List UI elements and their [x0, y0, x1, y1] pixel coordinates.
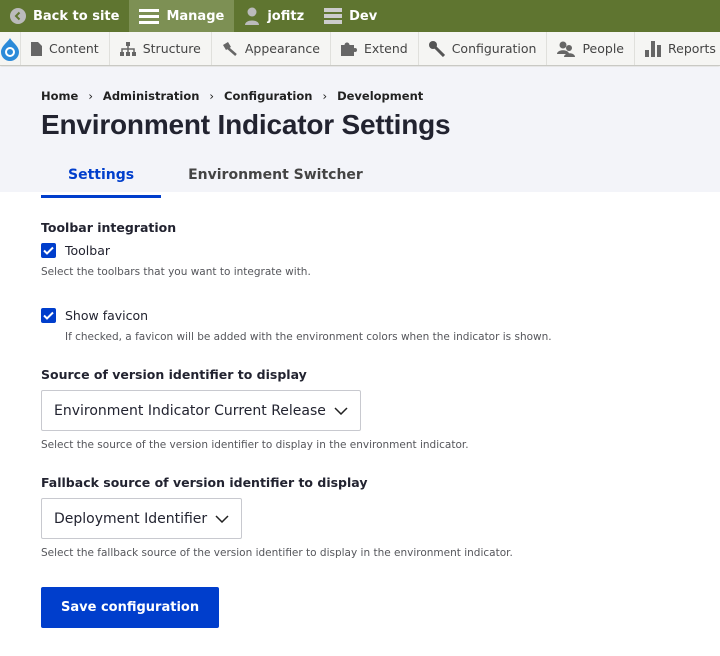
menu-extend[interactable]: Extend — [331, 32, 419, 65]
menu-people[interactable]: People — [547, 32, 635, 65]
server-icon — [324, 8, 343, 24]
menu-label: Appearance — [244, 41, 320, 56]
tab-settings[interactable]: Settings — [41, 155, 162, 198]
environment-button[interactable]: Dev — [314, 0, 387, 32]
menu-label: People — [582, 41, 624, 56]
manage-menu: Content Structure Appearance Extend Conf… — [0, 32, 720, 66]
show-favicon-label: Show favicon — [65, 308, 149, 323]
user-label: jofitz — [267, 8, 305, 24]
chevron-down-icon — [215, 514, 229, 523]
save-configuration-button[interactable]: Save configuration — [41, 587, 220, 628]
toolbar-integration-heading: Toolbar integration — [41, 220, 177, 235]
manage-label: Manage — [166, 8, 225, 24]
menu-label: Extend — [363, 41, 408, 56]
page-header: Home › Administration › Configuration › Dev… — [0, 67, 720, 198]
source-select[interactable]: Environment Indicator Current Release — [41, 390, 361, 431]
fallback-select-value: Deployment Identifier — [54, 510, 208, 527]
bar-chart-icon — [645, 40, 661, 57]
user-icon — [245, 7, 260, 25]
chevron-down-icon — [334, 406, 348, 415]
show-favicon-description: If checked, a favicon will be added with… — [65, 331, 552, 343]
manage-button[interactable]: Manage — [129, 0, 235, 32]
checkbox-checked-icon[interactable] — [41, 308, 56, 323]
menu-label: Configuration — [451, 41, 537, 56]
back-to-site-button[interactable]: Back to site — [0, 0, 129, 32]
sitemap-icon — [119, 41, 136, 56]
people-icon — [557, 41, 576, 57]
show-favicon-checkbox[interactable]: Show favicon — [41, 308, 679, 323]
fallback-description: Select the fallback source of the versio… — [41, 547, 513, 559]
admin-toolbar: Back to site Manage jofitz Dev — [0, 0, 720, 32]
menu-structure[interactable]: Structure — [110, 32, 212, 65]
menu-appearance[interactable]: Appearance — [212, 32, 331, 65]
menu-content[interactable]: Content — [21, 32, 110, 65]
paintbrush-icon — [222, 41, 237, 56]
breadcrumb-separator: › — [209, 89, 215, 103]
chevron-left-circle-icon — [10, 8, 26, 24]
drupal-drop-icon — [1, 37, 19, 61]
fallback-label: Fallback source of version identifier to… — [41, 475, 368, 490]
back-to-site-label: Back to site — [33, 8, 120, 24]
toolbar-checkbox[interactable]: Toolbar — [41, 243, 679, 258]
source-select-value: Environment Indicator Current Release — [54, 402, 326, 419]
breadcrumb-separator: › — [88, 89, 93, 103]
toolbar-checkbox-label: Toolbar — [65, 243, 111, 258]
menu-configuration[interactable]: Configuration — [419, 32, 548, 65]
environment-label: Dev — [349, 8, 378, 24]
menu-label: Content — [49, 41, 99, 56]
toolbar-description: Select the toolbars that you want to int… — [41, 266, 311, 278]
page-title: Environment Indicator Settings — [41, 109, 451, 140]
puzzle-icon — [340, 42, 357, 56]
breadcrumb: Home › Administration › Configuration › Dev… — [41, 89, 679, 103]
wrench-icon — [428, 40, 445, 57]
tab-environment-switcher[interactable]: Environment Switcher — [161, 155, 390, 198]
checkbox-checked-icon[interactable] — [41, 243, 56, 258]
settings-form: Toolbar integration Toolbar Select the t… — [0, 192, 720, 656]
menu-reports[interactable]: Reports — [635, 32, 720, 65]
drupal-logo[interactable] — [0, 32, 21, 65]
breadcrumb-development[interactable]: Development — [337, 89, 423, 103]
breadcrumb-separator: › — [322, 89, 328, 103]
menu-icon — [139, 9, 160, 24]
breadcrumb-home[interactable]: Home — [41, 89, 78, 103]
source-label: Source of version identifier to display — [41, 367, 307, 382]
menu-label: Reports — [668, 41, 716, 56]
menu-label: Structure — [142, 41, 201, 56]
breadcrumb-administration[interactable]: Administration — [103, 89, 200, 103]
breadcrumb-configuration[interactable]: Configuration — [224, 89, 312, 103]
fallback-select[interactable]: Deployment Identifier — [41, 498, 243, 539]
user-button[interactable]: jofitz — [234, 0, 314, 32]
document-icon — [31, 41, 42, 56]
source-description: Select the source of the version identif… — [41, 439, 469, 451]
